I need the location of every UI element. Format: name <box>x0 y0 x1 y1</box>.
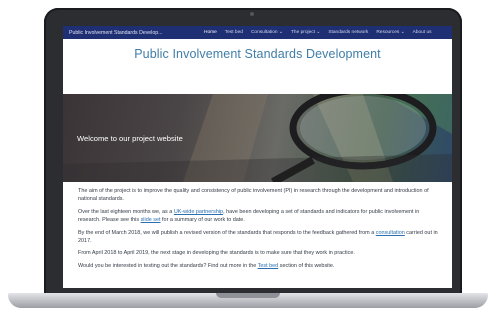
consultation-link[interactable]: consultation <box>376 230 405 236</box>
site-title: Public Involvement Standards Development <box>134 47 381 61</box>
nav-menu: Home Test bed Consultation ⌄ The project… <box>204 30 440 35</box>
laptop-notch <box>216 293 280 298</box>
text-span: section of this website. <box>278 262 335 269</box>
test-bed-paragraph: Would you be interested in testing out t… <box>78 262 440 270</box>
nav-item-test-bed[interactable]: Test bed <box>225 30 243 35</box>
text-span: for a summary of our work to date. <box>160 217 245 224</box>
hero-caption: Welcome to our project website <box>77 134 183 143</box>
top-navigation: Public Involvement Standards Develop... … <box>63 26 452 39</box>
nav-item-about-us[interactable]: About us <box>413 30 432 35</box>
hero-banner: Welcome to our project website <box>63 94 452 182</box>
uk-wide-partnership-link[interactable]: UK-wide partnership <box>174 209 223 215</box>
text-span: Would you be interested in testing out t… <box>78 262 258 269</box>
slide-set-link[interactable]: slide set <box>141 217 161 223</box>
nav-item-standards-network[interactable]: Standards network <box>328 30 368 35</box>
main-content: The aim of the project is to improve the… <box>78 187 440 274</box>
intro-paragraph: The aim of the project is to improve the… <box>78 188 429 203</box>
partnership-paragraph: Over the last eighteen months we, as a U… <box>78 208 440 225</box>
browser-screen: Public Involvement Standards Develop... … <box>63 26 452 288</box>
nav-item-the-project[interactable]: The project ⌄ <box>291 30 320 35</box>
webcam-icon <box>250 12 254 16</box>
nav-item-resources[interactable]: Resources ⌄ <box>376 30 404 35</box>
text-span: By the end of March 2018, we will publis… <box>78 229 376 236</box>
text-span: Over the last eighteen months we, as a <box>78 208 174 215</box>
march-2018-paragraph: By the end of March 2018, we will publis… <box>78 229 440 246</box>
nav-item-consultation[interactable]: Consultation ⌄ <box>251 30 283 35</box>
nav-item-home[interactable]: Home <box>204 30 217 35</box>
test-bed-link[interactable]: Test bed <box>258 263 279 269</box>
april-2018-paragraph: From April 2018 to April 2019, the next … <box>78 250 355 257</box>
site-brand-link[interactable]: Public Involvement Standards Develop... <box>69 30 201 36</box>
